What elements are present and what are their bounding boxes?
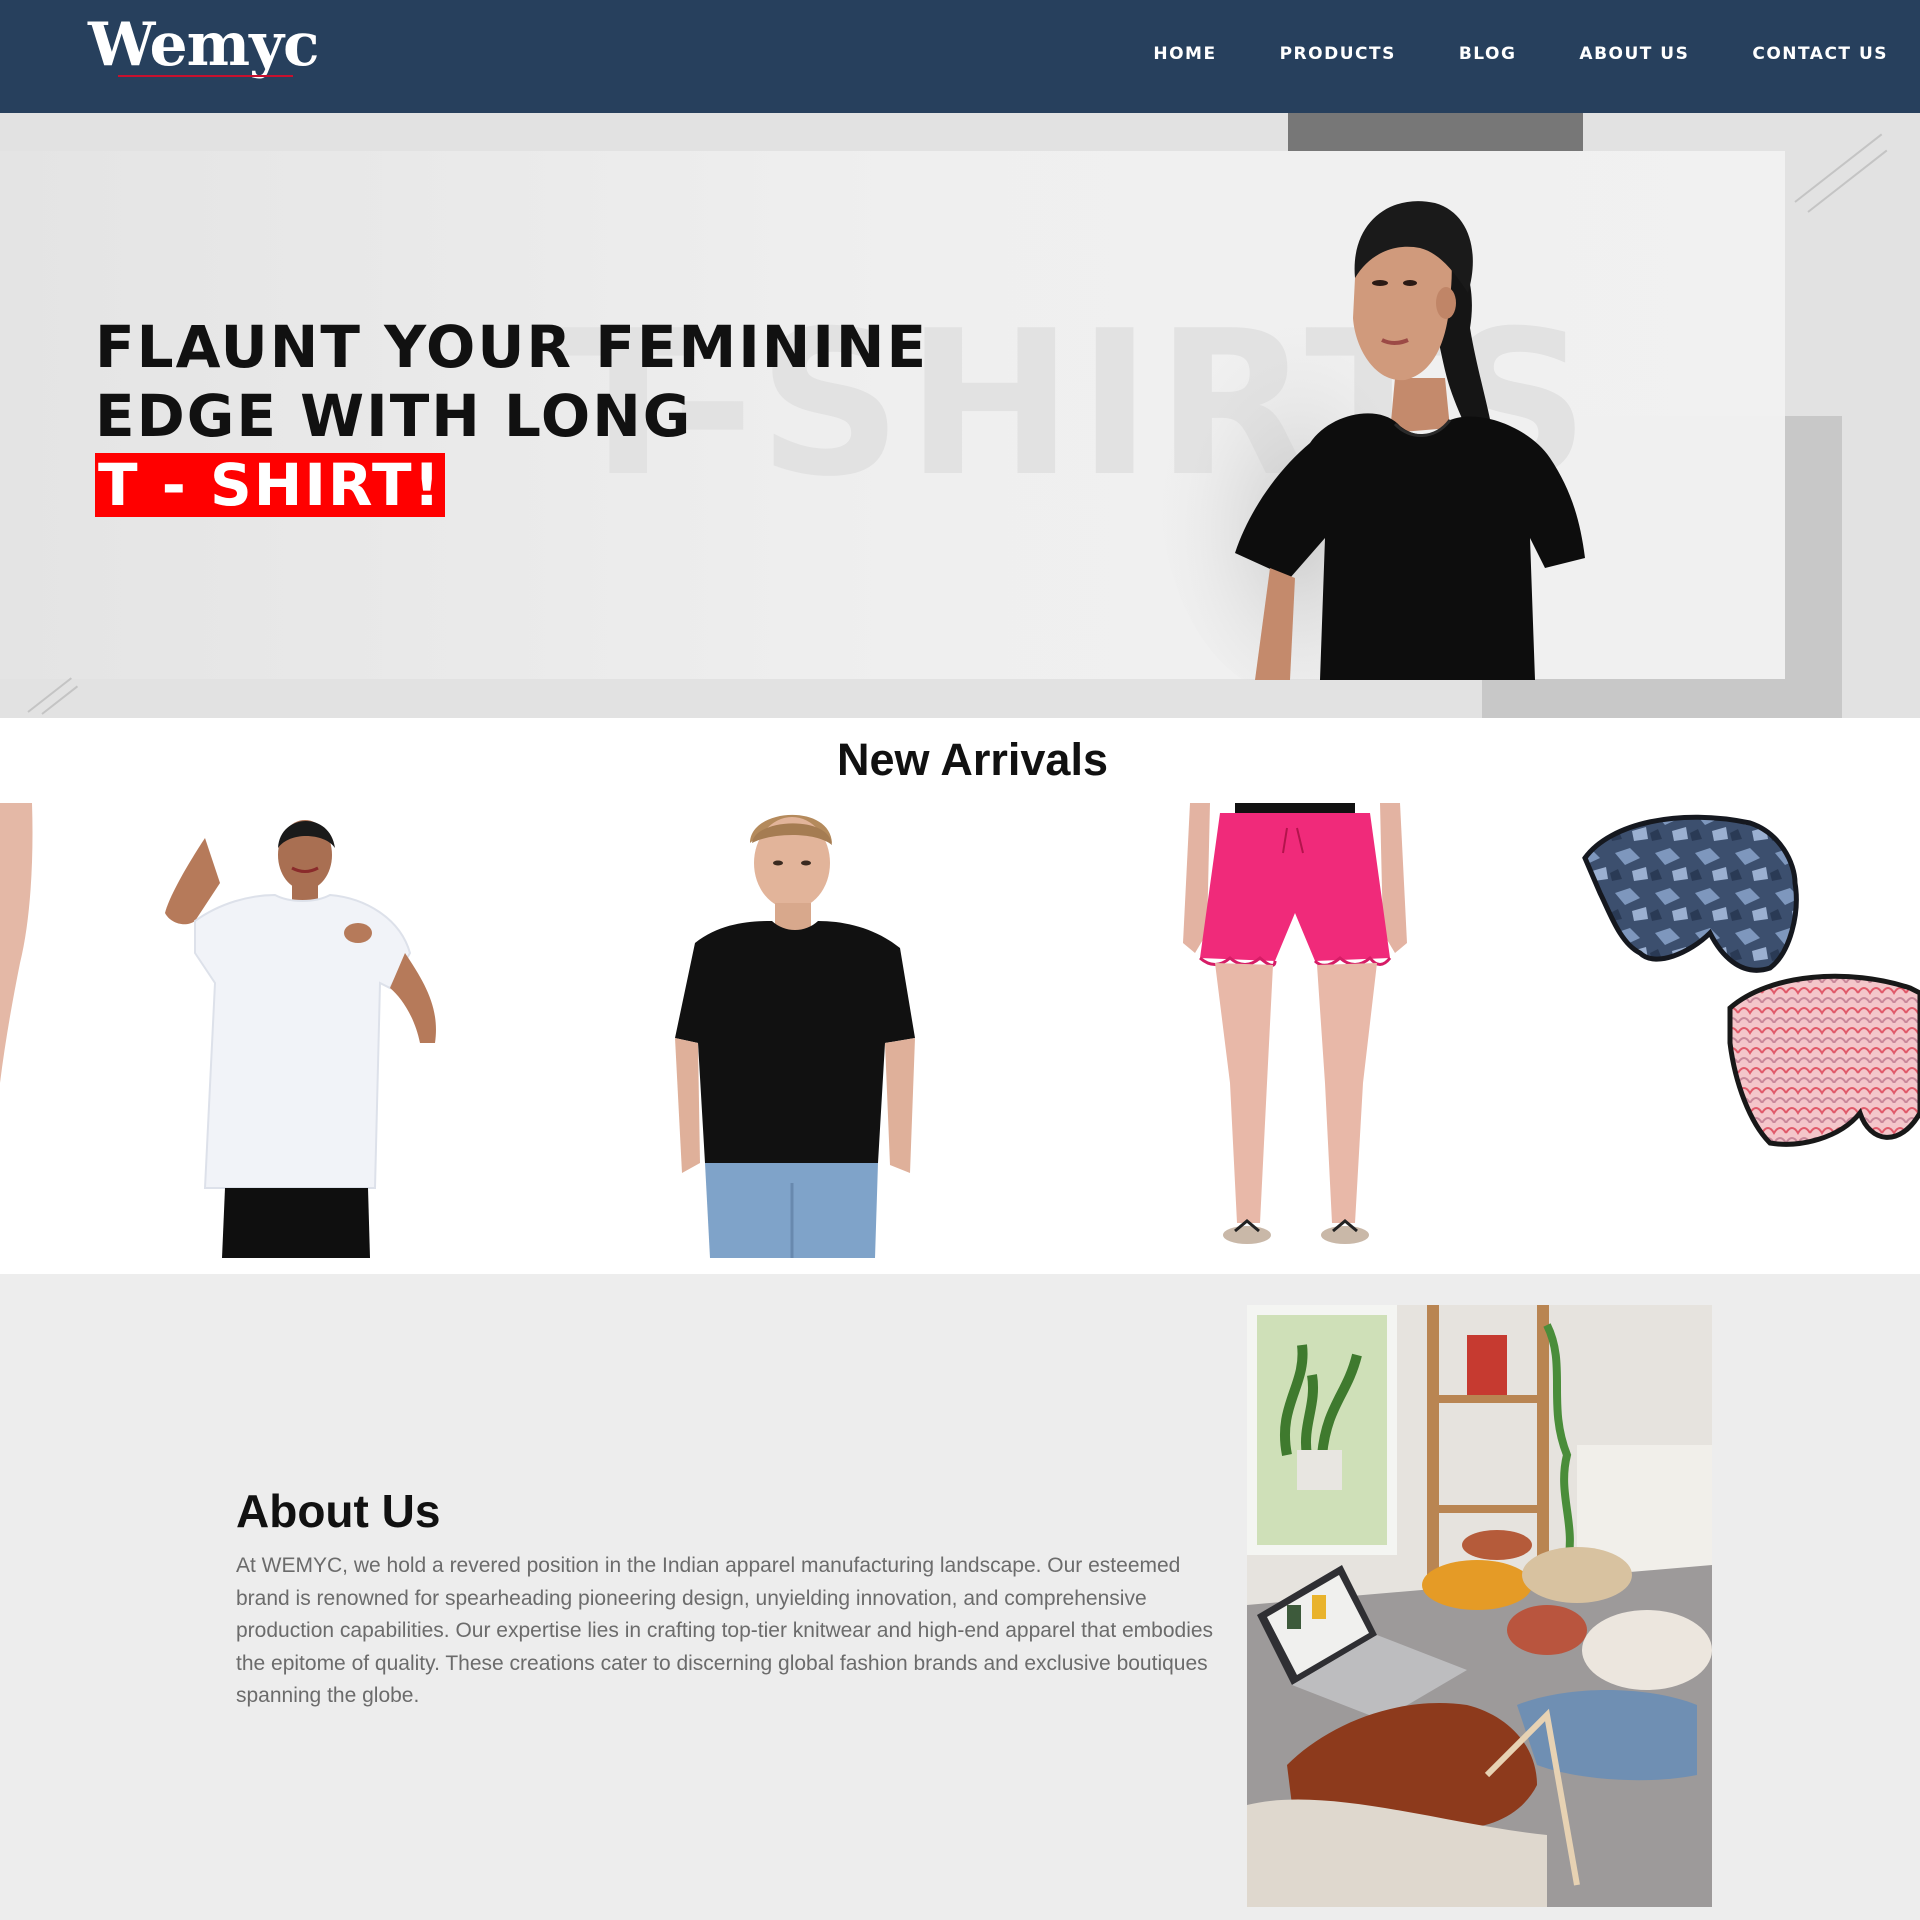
hero-title-line1: FLAUNT YOUR FEMININE <box>95 313 929 381</box>
product-card-white-tshirt[interactable] <box>140 803 460 1258</box>
nav-contact-us[interactable]: CONTACT US <box>1752 44 1888 64</box>
nav-products[interactable]: PRODUCTS <box>1280 44 1396 64</box>
product-card-pink-shorts[interactable] <box>1175 803 1415 1258</box>
hero-title-line2: EDGE WITH LONG <box>95 382 693 450</box>
hero-title-highlight: T - SHIRT! <box>95 453 445 517</box>
hero-diagonal-line <box>1794 133 1883 203</box>
product-card-black-tshirt[interactable] <box>660 803 930 1258</box>
product-card-partial[interactable] <box>0 803 35 1258</box>
logo-underline <box>118 75 293 77</box>
new-arrivals-title: New Arrivals <box>837 734 1108 785</box>
hero-diagonal-line <box>41 685 79 715</box>
hero-heading: FLAUNT YOUR FEMININE EDGE WITH LONG T - … <box>95 313 928 520</box>
nav-blog[interactable]: BLOG <box>1459 44 1517 64</box>
brand-logo[interactable]: Wemyc <box>88 10 320 80</box>
product-card-kids-shorts[interactable] <box>1570 803 1920 1258</box>
site-header: Wemyc HOME PRODUCTS BLOG ABOUT US CONTAC… <box>0 0 1920 113</box>
nav-home[interactable]: HOME <box>1153 44 1216 64</box>
hero-model-image <box>1150 158 1670 698</box>
hero-banner: T-SHIRTS FLAUNT YOUR FEMININE EDGE WITH … <box>0 113 1920 718</box>
about-lifestyle-image <box>1247 1305 1712 1907</box>
main-nav: HOME PRODUCTS BLOG ABOUT US CONTACT US <box>1090 44 1888 64</box>
nav-about-us[interactable]: ABOUT US <box>1579 44 1689 64</box>
hero-dark-block <box>1288 113 1583 151</box>
about-paragraph: At WEMYC, we hold a revered position in … <box>236 1554 1214 1707</box>
about-title: About Us <box>236 1485 441 1537</box>
